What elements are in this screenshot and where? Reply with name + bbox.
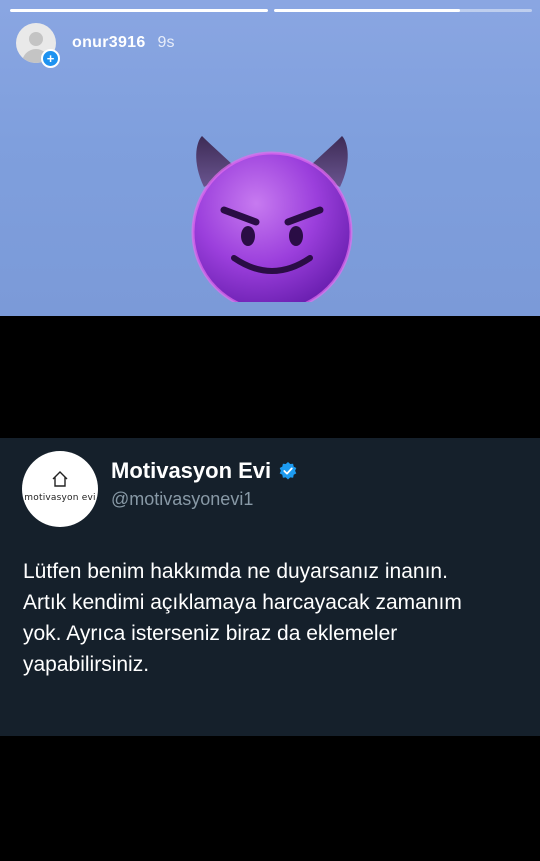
- bottom-area: [0, 736, 540, 861]
- story-username[interactable]: onur3916: [72, 34, 146, 52]
- add-story-icon[interactable]: +: [41, 49, 60, 68]
- tweet-author: Motivasyon Evi: [111, 458, 298, 484]
- house-logo-icon: [52, 471, 68, 487]
- verified-badge-icon: [279, 462, 297, 480]
- logo-text: motivasyon evi: [24, 493, 96, 503]
- tweet-text: Lütfen benim hakkımda ne duyarsanız inan…: [23, 560, 462, 676]
- tweet-avatar: motivasyon evi: [22, 451, 98, 527]
- tweet-handle: @motivasyonevi1: [111, 489, 254, 509]
- separator-band: [0, 316, 540, 438]
- story-progress: [10, 9, 532, 12]
- progress-fill: [10, 9, 268, 12]
- progress-segment: [274, 9, 532, 12]
- story-time: 9s: [157, 34, 175, 51]
- story-header: onur3916 9s: [16, 23, 174, 63]
- devil-emoji: [190, 132, 355, 313]
- progress-fill: [274, 9, 460, 12]
- tweet-author-name: Motivasyon Evi: [111, 458, 272, 483]
- progress-segment: [10, 9, 268, 12]
